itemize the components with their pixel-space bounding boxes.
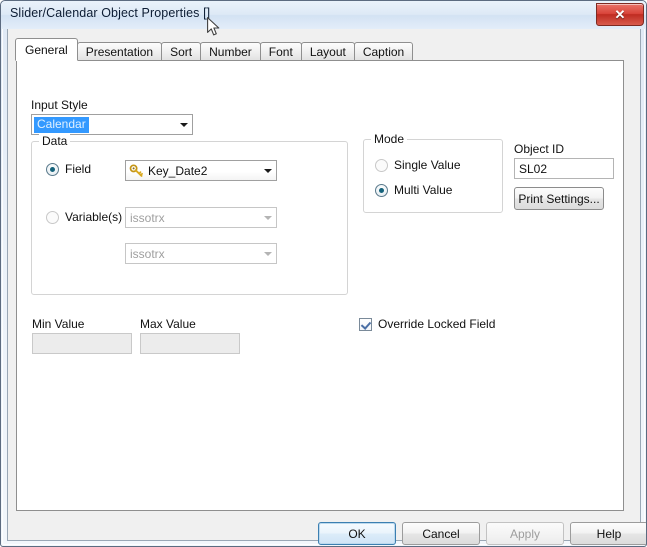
mode-group-title: Mode [371, 132, 408, 146]
variable-combo-1[interactable]: issotrx [125, 207, 277, 228]
tab-presentation[interactable]: Presentation [76, 42, 163, 61]
chevron-down-icon[interactable] [175, 115, 192, 134]
single-value-radio-label: Single Value [394, 158, 461, 172]
min-value-label: Min Value [32, 317, 85, 331]
single-value-radio[interactable]: Single Value [375, 158, 461, 172]
tab-number[interactable]: Number [200, 42, 261, 61]
chevron-down-icon[interactable] [259, 161, 276, 180]
window-title: Slider/Calendar Object Properties [] [10, 6, 211, 20]
input-style-value: Calendar [34, 116, 89, 133]
object-id-label: Object ID [514, 142, 565, 156]
variable-combo-2[interactable]: issotrx [125, 243, 277, 264]
data-group: Data Field Key_Date2 Variable(s) issotrx… [31, 134, 348, 295]
checkbox-check-icon [359, 317, 372, 331]
object-id-input[interactable]: SL02 [514, 158, 614, 179]
cancel-button[interactable]: Cancel [402, 522, 480, 545]
radio-dot-icon [46, 210, 59, 224]
apply-button: Apply [486, 522, 564, 545]
radio-dot-icon [46, 162, 59, 176]
key-icon [129, 163, 145, 179]
max-value-label: Max Value [140, 317, 196, 331]
field-combo[interactable]: Key_Date2 [125, 160, 277, 181]
radio-dot-icon [375, 183, 388, 197]
tab-general[interactable]: General [15, 38, 78, 61]
screenshot-root: Slider/Calendar Object Properties [] ✕ G… [0, 0, 647, 547]
override-locked-field-checkbox[interactable]: Override Locked Field [359, 317, 495, 331]
tab-strip: General Presentation Sort Number Font La… [15, 38, 414, 61]
variable-combo-1-value: issotrx [130, 210, 165, 225]
multi-value-radio[interactable]: Multi Value [375, 183, 452, 197]
field-combo-value: Key_Date2 [148, 163, 208, 178]
field-radio[interactable]: Field [46, 162, 91, 176]
chevron-down-icon[interactable] [259, 208, 276, 227]
variables-radio-label: Variable(s) [65, 210, 123, 224]
variable-combo-2-value: issotrx [130, 246, 165, 261]
radio-dot-icon [375, 158, 388, 172]
input-style-combo-text: Calendar [32, 116, 175, 133]
chevron-down-icon[interactable] [259, 244, 276, 263]
dialog-window: Slider/Calendar Object Properties [] ✕ G… [0, 0, 647, 547]
tab-page-general: Input Style Calendar Data Field Key_Date… [16, 60, 624, 511]
input-style-label: Input Style [31, 98, 88, 112]
dialog-client-area: General Presentation Sort Number Font La… [7, 29, 646, 545]
multi-value-radio-label: Multi Value [394, 183, 453, 197]
input-style-combo[interactable]: Calendar [31, 114, 193, 135]
tab-font[interactable]: Font [259, 42, 302, 61]
ok-button[interactable]: OK [318, 522, 396, 545]
override-locked-field-label: Override Locked Field [378, 317, 496, 331]
field-radio-label: Field [65, 162, 92, 176]
data-group-title: Data [39, 134, 71, 148]
title-bar[interactable]: Slider/Calendar Object Properties [] ✕ [1, 1, 646, 29]
help-button[interactable]: Help [570, 522, 646, 545]
tab-layout[interactable]: Layout [300, 42, 355, 61]
tab-sort[interactable]: Sort [161, 42, 202, 61]
tab-caption[interactable]: Caption [353, 42, 414, 61]
variables-radio[interactable]: Variable(s) [46, 210, 122, 224]
mode-group: Mode Single Value Multi Value [363, 132, 503, 213]
min-value-input[interactable] [32, 333, 132, 354]
close-button[interactable]: ✕ [596, 3, 644, 26]
print-settings-button[interactable]: Print Settings... [514, 187, 604, 210]
max-value-input[interactable] [140, 333, 240, 354]
close-icon: ✕ [614, 7, 626, 22]
